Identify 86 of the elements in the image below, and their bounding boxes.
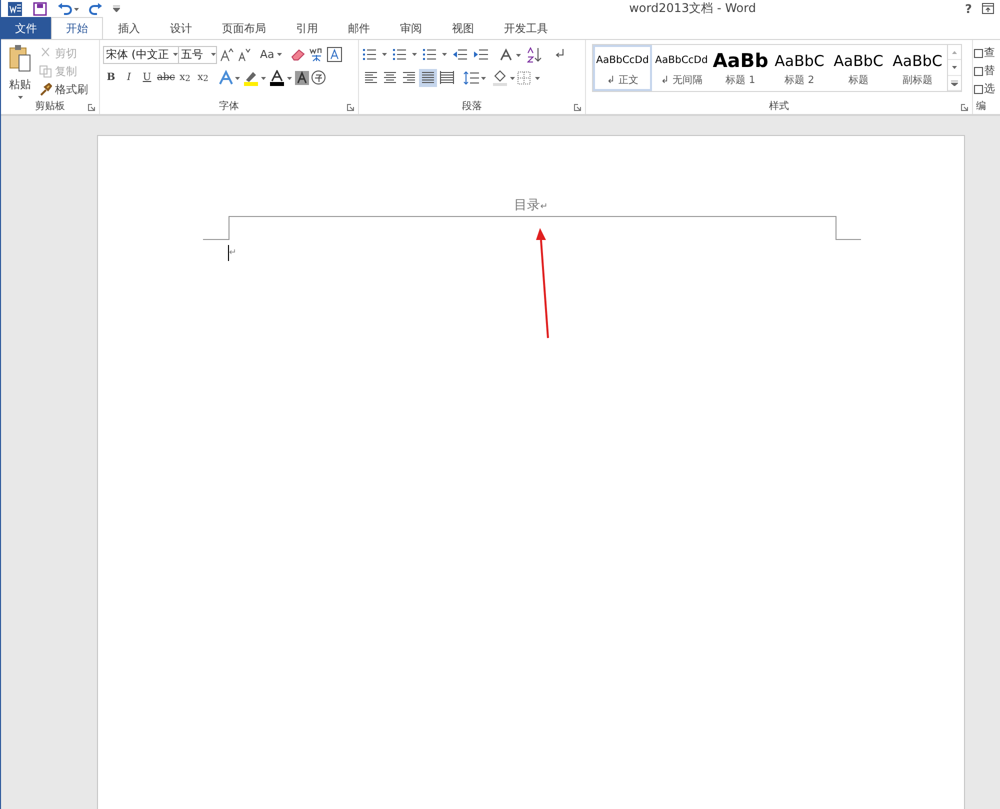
copy-icon [39, 64, 52, 78]
customize-toolbar-icon[interactable] [113, 5, 120, 12]
ribbon-tab[interactable]: 开始 [51, 17, 103, 39]
ribbon-tab[interactable]: 设计 [155, 17, 207, 39]
editing-button[interactable]: 选 [974, 80, 1000, 97]
ribbon-tab[interactable]: 插入 [103, 17, 155, 39]
borders-icon[interactable] [517, 70, 541, 84]
undo-icon[interactable] [57, 2, 79, 16]
caret-icon [412, 53, 417, 56]
style-item[interactable]: AaBbC 标题 2 [770, 45, 829, 91]
format-button[interactable]: I [121, 68, 137, 86]
editing-button[interactable]: 查 [974, 44, 1000, 61]
font-color-icon[interactable] [268, 70, 293, 86]
style-item[interactable]: AaBbC 副标题 [888, 45, 947, 91]
ribbon-tab[interactable]: 页面布局 [207, 17, 281, 39]
ribbon-display-options-icon[interactable] [982, 3, 994, 14]
group-title: 字体 [219, 100, 239, 114]
save-icon[interactable] [33, 2, 47, 16]
enclose-characters-icon[interactable] [310, 70, 326, 85]
shading-icon[interactable] [492, 70, 516, 86]
brush-icon [39, 82, 52, 96]
caret-icon [382, 53, 387, 56]
highlighter-icon[interactable] [242, 70, 267, 86]
format-button[interactable]: B [103, 68, 119, 86]
align-button[interactable] [438, 68, 456, 86]
ribbon-tab[interactable]: 引用 [281, 17, 333, 39]
caret-icon [173, 53, 178, 56]
change-case-button[interactable]: Aa [260, 46, 282, 64]
group-title: 段落 [462, 100, 482, 114]
align-button[interactable] [419, 68, 437, 86]
painter-button[interactable]: 格式刷 [39, 80, 88, 98]
format-button[interactable]: U [139, 68, 155, 86]
grow-font-icon[interactable] [220, 48, 234, 62]
dialog-launcher-icon[interactable] [961, 104, 968, 111]
editing-button[interactable]: 替 [974, 62, 1000, 79]
ribbon-tab[interactable]: 邮件 [333, 17, 385, 39]
multilevel-list-icon [422, 48, 437, 61]
window-title: word2013文档 - Word [628, 0, 756, 17]
file-tab[interactable]: 文件 [1, 17, 51, 39]
decrease-indent-icon[interactable] [452, 48, 468, 61]
caret-icon [442, 53, 447, 56]
paragraph-mark: ↵ [229, 248, 237, 258]
numbering-icon [392, 48, 407, 61]
align-left-icon [364, 71, 378, 84]
style-item[interactable]: AaBbCcDd ↲ 无间隔 [652, 45, 711, 91]
align-distributed-icon [440, 71, 454, 84]
group-title: 样式 [769, 100, 789, 114]
caret-icon [211, 53, 216, 56]
help-button[interactable]: ? [965, 2, 972, 16]
dialog-launcher-icon[interactable] [88, 104, 95, 111]
dialog-launcher-icon[interactable] [574, 104, 581, 111]
paste-button[interactable]: 粘贴 [9, 75, 31, 93]
character-border-icon[interactable] [327, 47, 342, 62]
line-spacing-icon[interactable] [463, 70, 487, 84]
align-center-icon [383, 71, 397, 84]
shrink-font-icon[interactable] [237, 48, 251, 62]
caret-icon [18, 96, 22, 99]
ribbon-tab[interactable]: 审阅 [385, 17, 437, 39]
caret-icon [952, 66, 957, 69]
increase-indent-icon[interactable] [473, 48, 489, 61]
header-text: 目录↵ [513, 197, 549, 214]
ribbon-tab[interactable]: 开发工具 [489, 17, 563, 39]
text-effects-icon[interactable] [218, 70, 241, 86]
word-logo-icon[interactable] [7, 0, 23, 16]
paste-icon[interactable] [8, 44, 32, 72]
font-size-field[interactable]: 五号 [178, 46, 217, 64]
style-item[interactable]: AaBb 标题 1 [711, 45, 770, 91]
dialog-launcher-icon[interactable] [347, 104, 354, 111]
eraser-icon[interactable] [291, 48, 306, 62]
character-shading-icon[interactable] [294, 70, 309, 84]
phonetic-guide-icon[interactable] [309, 47, 324, 62]
align-justify-icon [421, 71, 435, 84]
caret-icon [277, 53, 282, 56]
style-item[interactable]: AaBbCcDd ↲ 正文 [593, 45, 652, 91]
format-button[interactable]: abc [157, 68, 175, 86]
font-name-field[interactable]: 宋体 (中文正 [103, 46, 179, 64]
bullets-icon [362, 48, 377, 61]
align-right-icon [402, 71, 416, 84]
text-cursor [228, 245, 229, 261]
group-title: 剪贴板 [35, 100, 65, 114]
sort-icon[interactable] [527, 46, 542, 62]
group-title: 编 [975, 100, 986, 114]
redo-icon[interactable] [89, 2, 103, 16]
chinese-layout-icon[interactable] [500, 48, 522, 62]
style-item[interactable]: AaBbC 标题 [829, 45, 888, 91]
ribbon-tab[interactable]: 视图 [437, 17, 489, 39]
